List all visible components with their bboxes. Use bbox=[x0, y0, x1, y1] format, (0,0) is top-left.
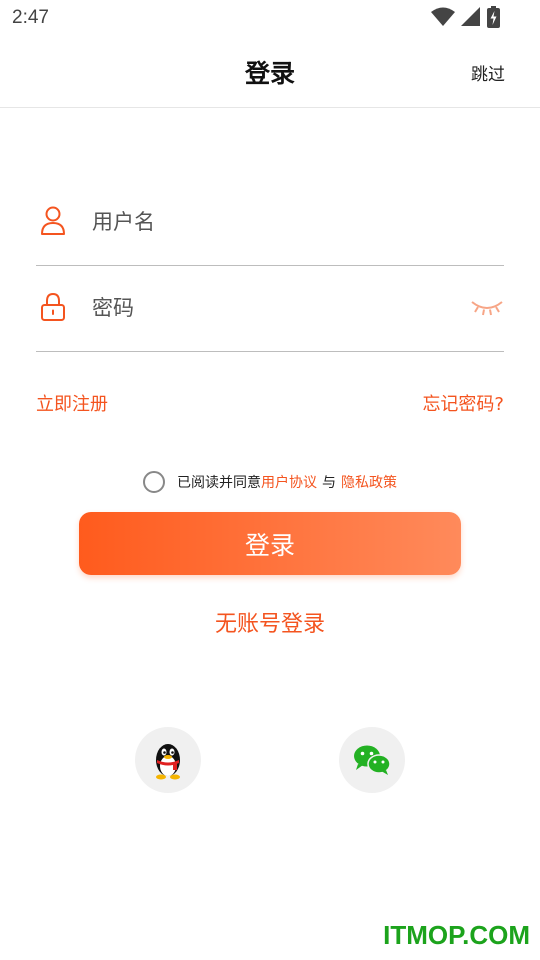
qq-login-button[interactable] bbox=[135, 727, 201, 793]
wechat-icon bbox=[354, 745, 391, 775]
wechat-login-button[interactable] bbox=[339, 727, 405, 793]
login-button[interactable]: 登录 bbox=[79, 512, 461, 575]
qq-penguin-icon bbox=[156, 744, 180, 780]
agreement-prefix: 已阅读并同意 bbox=[177, 475, 261, 491]
user-icon bbox=[41, 206, 65, 235]
status-bar: 2:47 bbox=[0, 0, 540, 36]
watermark: ITMOP.COM bbox=[383, 920, 530, 950]
register-link[interactable]: 立即注册 bbox=[36, 390, 108, 416]
wifi-icon bbox=[431, 7, 455, 26]
user-agreement-link[interactable]: 用户协议 bbox=[261, 472, 317, 492]
privacy-policy-link[interactable]: 隐私政策 bbox=[341, 472, 397, 492]
skip-button[interactable]: 跳过 bbox=[471, 60, 505, 85]
password-input[interactable] bbox=[92, 288, 452, 328]
battery-charging-icon bbox=[487, 6, 500, 28]
page-title: 登录 bbox=[244, 59, 295, 88]
title-bar: 登录 跳过 bbox=[0, 36, 540, 108]
status-icons bbox=[431, 6, 500, 28]
username-input[interactable] bbox=[92, 202, 452, 242]
eye-closed-icon[interactable] bbox=[470, 294, 504, 318]
forgot-password-link[interactable]: 忘记密码? bbox=[422, 390, 504, 416]
lock-icon bbox=[41, 292, 65, 321]
username-field bbox=[36, 180, 504, 266]
agreement-separator: 与 bbox=[322, 475, 336, 491]
agreement-radio[interactable] bbox=[143, 471, 165, 493]
cellular-signal-icon bbox=[461, 7, 480, 26]
agreement-row: 已阅读并同意 用户协议 与 隐私政策 bbox=[0, 470, 540, 494]
guest-login-link[interactable]: 无账号登录 bbox=[0, 606, 540, 638]
status-time: 2:47 bbox=[12, 7, 49, 28]
password-field bbox=[36, 266, 504, 352]
